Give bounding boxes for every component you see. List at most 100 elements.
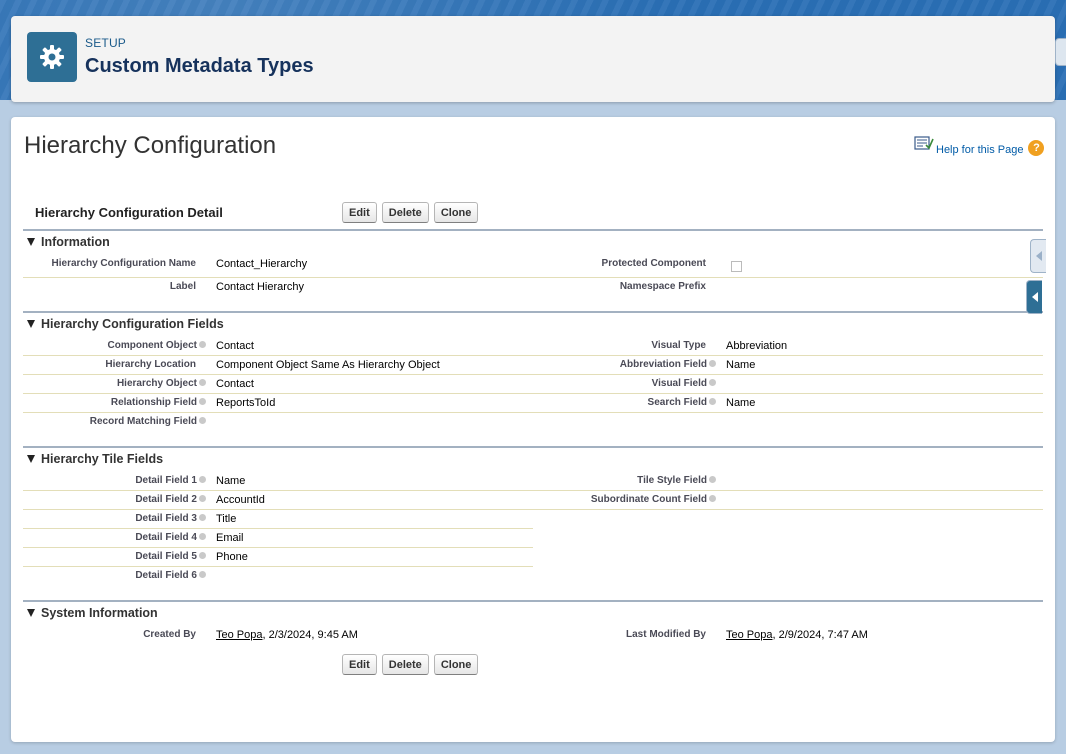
info-icon[interactable]: [199, 494, 206, 502]
sidebar-toggle-tab-dark[interactable]: [1026, 280, 1042, 314]
field-value: Contact Hierarchy: [216, 281, 305, 293]
setup-eyebrow: SETUP: [85, 36, 127, 50]
bottom-button-group: Edit Delete Clone: [342, 654, 479, 675]
row-divider: [23, 566, 533, 567]
chevron-left-icon: [1031, 292, 1038, 302]
field-value: Name: [726, 359, 756, 371]
field-value: Email: [216, 532, 244, 544]
info-icon[interactable]: [199, 570, 206, 578]
info-icon[interactable]: [199, 397, 206, 405]
info-icon[interactable]: [709, 475, 716, 483]
help-link[interactable]: Help for this Page ?: [914, 135, 1045, 156]
field-label: Subordinate Count Field: [591, 494, 716, 505]
section-system-header[interactable]: System Information: [27, 606, 158, 620]
field-value: Contact: [216, 378, 254, 390]
created-by-date: , 2/3/2024, 9:45 AM: [262, 629, 358, 641]
info-icon[interactable]: [199, 340, 206, 348]
field-label: Visual Type: [651, 340, 706, 351]
field-label: Search Field: [648, 397, 716, 408]
field-label: Detail Field 6: [135, 570, 206, 581]
last-modified-by-date: , 2/9/2024, 7:47 AM: [772, 629, 868, 641]
clone-button[interactable]: Clone: [433, 654, 479, 675]
collapse-triangle-icon[interactable]: [27, 609, 35, 617]
field-label: Hierarchy Location: [105, 359, 196, 370]
help-question-icon[interactable]: ?: [1028, 139, 1045, 156]
field-label: Namespace Prefix: [619, 281, 706, 292]
field-label: Detail Field 2: [135, 494, 206, 505]
last-modified-by-value: Teo Popa, 2/9/2024, 7:47 AM: [726, 629, 868, 641]
info-icon[interactable]: [709, 397, 716, 405]
field-label: Relationship Field: [111, 397, 206, 408]
field-value: Name: [216, 475, 246, 487]
field-value: Name: [726, 397, 756, 409]
row-divider: [23, 509, 1043, 510]
row-divider: [23, 547, 533, 548]
field-label: Visual Field: [652, 378, 716, 389]
gear-icon: [27, 32, 77, 82]
field-label: Hierarchy Object: [117, 378, 206, 389]
field-value: Phone: [216, 551, 248, 563]
page-title: Hierarchy Configuration: [24, 132, 277, 159]
field-label: Tile Style Field: [637, 475, 716, 486]
setup-title: Custom Metadata Types: [85, 55, 314, 77]
field-value: Component Object Same As Hierarchy Objec…: [216, 359, 440, 371]
info-icon[interactable]: [199, 532, 206, 540]
info-icon[interactable]: [199, 378, 206, 386]
field-label: Component Object: [108, 340, 206, 351]
section-divider: [23, 311, 1043, 313]
help-document-icon: [914, 136, 934, 155]
created-by-user-link[interactable]: Teo Popa: [216, 629, 262, 641]
row-divider: [23, 412, 1043, 413]
section-information-header[interactable]: Information: [27, 235, 110, 249]
info-icon[interactable]: [709, 359, 716, 367]
field-value: Contact_Hierarchy: [216, 258, 308, 270]
info-icon[interactable]: [199, 475, 206, 483]
section-tiles-header[interactable]: Hierarchy Tile Fields: [27, 452, 163, 466]
field-value: AccountId: [216, 494, 265, 506]
field-label: Label: [169, 281, 196, 292]
row-divider: [23, 355, 1043, 356]
collapse-triangle-icon[interactable]: [27, 320, 35, 328]
row-divider: [23, 277, 1043, 278]
section-divider: [23, 446, 1043, 448]
info-icon[interactable]: [199, 416, 206, 424]
collapse-tab-top[interactable]: [1055, 38, 1066, 66]
row-divider: [23, 528, 533, 529]
info-icon[interactable]: [199, 513, 206, 521]
row-divider: [23, 490, 1043, 491]
sidebar-toggle-tab-light[interactable]: [1030, 239, 1046, 273]
field-label: Created By: [143, 629, 196, 640]
info-icon[interactable]: [709, 494, 716, 502]
edit-button[interactable]: Edit: [342, 654, 377, 675]
field-label: Protected Component: [601, 258, 706, 269]
field-label: Record Matching Field: [90, 416, 206, 427]
section-fields-header[interactable]: Hierarchy Configuration Fields: [27, 317, 224, 331]
section-title: System Information: [41, 606, 158, 620]
info-icon[interactable]: [199, 551, 206, 559]
row-divider: [23, 393, 1043, 394]
field-label: Detail Field 4: [135, 532, 206, 543]
protected-component-checkbox: [731, 261, 742, 272]
delete-button[interactable]: Delete: [381, 202, 429, 223]
field-label: Detail Field 1: [135, 475, 206, 486]
info-icon[interactable]: [709, 378, 716, 386]
top-button-group: Edit Delete Clone: [342, 202, 479, 223]
help-link-label[interactable]: Help for this Page: [936, 144, 1023, 156]
section-title: Hierarchy Tile Fields: [41, 452, 164, 466]
field-label: Abbreviation Field: [620, 359, 716, 370]
edit-button[interactable]: Edit: [342, 202, 377, 223]
last-modified-by-user-link[interactable]: Teo Popa: [726, 629, 772, 641]
field-value: Title: [216, 513, 237, 525]
field-label: Detail Field 3: [135, 513, 206, 524]
field-value: Contact: [216, 340, 254, 352]
collapse-triangle-icon[interactable]: [27, 238, 35, 246]
section-title: Information: [41, 235, 110, 249]
clone-button[interactable]: Clone: [433, 202, 479, 223]
chevron-left-icon: [1035, 251, 1042, 261]
section-divider: [23, 229, 1043, 231]
field-label: Hierarchy Configuration Name: [51, 258, 196, 269]
setup-header: SETUP Custom Metadata Types: [11, 16, 1055, 102]
delete-button[interactable]: Delete: [381, 654, 429, 675]
collapse-triangle-icon[interactable]: [27, 455, 35, 463]
row-divider: [23, 374, 1043, 375]
